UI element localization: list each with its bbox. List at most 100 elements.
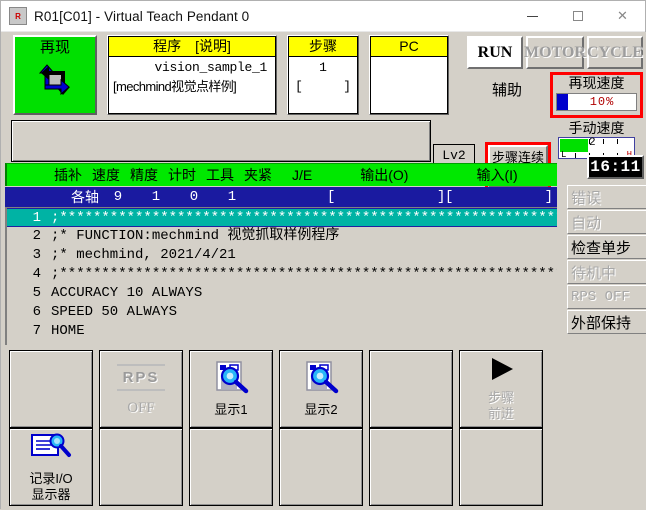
replay-mode-button[interactable]: 再现 [13,35,97,115]
manual-speed-caption: 手动速度 [568,120,625,136]
function-button-column-6: 步骤 前进 [459,350,543,506]
fn-button-1-top[interactable] [9,350,93,428]
status-value-4: 1 [227,189,237,205]
menu-item-tool[interactable]: 工具 [201,165,239,185]
fn-button-4-bottom[interactable] [279,428,363,506]
mode-motor-button[interactable]: MOTOR [524,36,586,69]
code-line[interactable]: 1 ;*************************************… [7,208,557,227]
code-line[interactable]: 6 SPEED 50 ALWAYS [7,303,557,322]
window-title: R01[C01] - Virtual Teach Pendant 0 [34,8,250,24]
code-line-text: SPEED 50 ALWAYS [51,304,178,320]
status-value-2: 1 [151,189,161,205]
fn-label-line1: 步骤 [487,390,514,405]
menu-item-input[interactable]: 输入(I) [471,165,522,185]
minimize-icon[interactable] [510,1,555,32]
status-auto[interactable]: 自动 [567,210,646,234]
maximize-icon[interactable] [555,1,600,32]
status-value-1: 9 [113,189,123,205]
step-bracket-right: ] [343,79,351,94]
code-line-number: 6 [32,304,41,320]
gauge-tick [603,139,604,144]
code-line-text: ACCURACY 10 ALWAYS [51,285,203,301]
mode-cycle-button[interactable]: CYCLE [587,36,643,69]
step-bracket-left: [ [295,79,303,94]
replay-label: 再现 [39,39,70,56]
function-button-column-1: 记录I/O 显示器 [9,350,93,506]
menu-item-interp[interactable]: 插补 [49,165,87,185]
function-button-column-2: RPS OFF [99,350,183,506]
menu-item-output[interactable]: 输出(O) [355,165,413,185]
clock-display: 16:11 [587,155,644,179]
record-io-monitor-icon [29,431,73,468]
code-line[interactable]: 5 ACCURACY 10 ALWAYS [7,284,557,303]
code-line[interactable]: 2 ;* FUNCTION:mechmind 视觉抓取样例程序 [7,227,557,246]
fn-label-line1: 记录I/O [29,471,73,486]
menu-item-clamp[interactable]: 夹紧 [239,165,277,185]
fn-label-display-2: 显示2 [304,402,338,417]
status-rps-off[interactable]: RPS OFF [567,285,646,309]
close-icon[interactable]: ✕ [600,1,645,32]
status-error[interactable]: 错误 [567,185,646,209]
step-box[interactable]: 步骤 1 [ ] [287,35,359,115]
fn-button-6-bottom[interactable] [459,428,543,506]
rps-icon: RPS [122,369,160,386]
code-line[interactable]: 7 HOME [7,322,557,341]
menu-item-speed[interactable]: 速度 [87,165,125,185]
play-triangle-icon [483,356,519,387]
program-box-header: 程序 [说明] [109,37,275,57]
fn-button-display-2[interactable]: 显示2 [279,350,363,428]
menu-item-timer[interactable]: 计时 [163,165,201,185]
robot-icon: R [9,7,27,25]
replay-speed-bar[interactable]: 10% [556,93,637,111]
replay-speed-caption: 再现速度 [568,75,625,91]
code-line-text: ;***************************************… [51,210,557,226]
status-standby[interactable]: 待机中 [567,260,646,284]
status-bracket-1-open: [ [327,189,336,205]
fn-button-display-1[interactable]: 显示1 [189,350,273,428]
code-line-text: HOME [51,323,85,339]
rps-divider [117,389,165,391]
status-sidebar: 16:11 错误 自动 检查单步 待机中 RPS OFF 外部保持 [557,152,646,352]
status-value-3: 0 [189,189,199,205]
fn-button-2-bottom[interactable] [99,428,183,506]
monitor-search-icon [211,360,251,399]
pendant-body: 再现 程序 [说明] vision_sample_1 [mechmind视觉点样… [1,32,646,510]
code-line-text: ;* FUNCTION:mechmind 视觉抓取样例程序 [51,228,340,244]
fn-label-off: OFF [127,400,155,416]
virtual-teach-pendant-window: R R01[C01] - Virtual Teach Pendant 0 ✕ 再… [0,0,646,510]
code-line-number: 5 [32,285,41,301]
mode-run-button[interactable]: RUN [467,36,523,69]
title-bar: R R01[C01] - Virtual Teach Pendant 0 ✕ [1,1,645,32]
status-external-hold[interactable]: 外部保持 [567,310,646,334]
fn-button-5-bottom[interactable] [369,428,453,506]
step-value: 1 [319,60,327,75]
replay-speed-value: 10% [589,95,615,109]
fn-button-record-io-monitor[interactable]: 记录I/O 显示器 [9,428,93,506]
status-bracket-2-close: ] [544,189,553,205]
program-name: vision_sample_1 [154,60,267,75]
code-line[interactable]: 4 ;*************************************… [7,265,557,284]
fn-button-5-top[interactable] [369,350,453,428]
fn-button-step-forward[interactable]: 步骤 前进 [459,350,543,428]
menu-item-je[interactable]: J/E [287,167,317,183]
pc-box[interactable]: PC [369,35,449,115]
pc-box-header: PC [371,37,447,57]
menu-item-accuracy[interactable]: 精度 [125,165,163,185]
code-line[interactable]: 3 ;* mechmind, 2021/4/21 [7,246,557,265]
status-check-single-step[interactable]: 检查单步 [567,235,646,259]
aux-label[interactable]: 辅助 [467,76,547,102]
fn-button-3-bottom[interactable] [189,428,273,506]
step-box-header: 步骤 [289,37,357,57]
window-controls: ✕ [510,1,645,32]
code-line-number: 4 [32,266,41,282]
status-axis-label: 各轴 [71,189,99,205]
fn-button-rps-off[interactable]: RPS OFF [99,350,183,428]
code-line-number: 2 [32,228,41,244]
function-button-column-5 [369,350,453,506]
program-box[interactable]: 程序 [说明] vision_sample_1 [mechmind视觉点样例] [107,35,277,115]
monitor-search-icon [301,360,341,399]
replay-speed-panel[interactable]: 再现速度 10% [550,72,643,118]
program-code-list[interactable]: 1 ;*************************************… [5,207,557,345]
code-line-number: 1 [32,210,41,226]
replay-speed-fill [557,94,568,110]
